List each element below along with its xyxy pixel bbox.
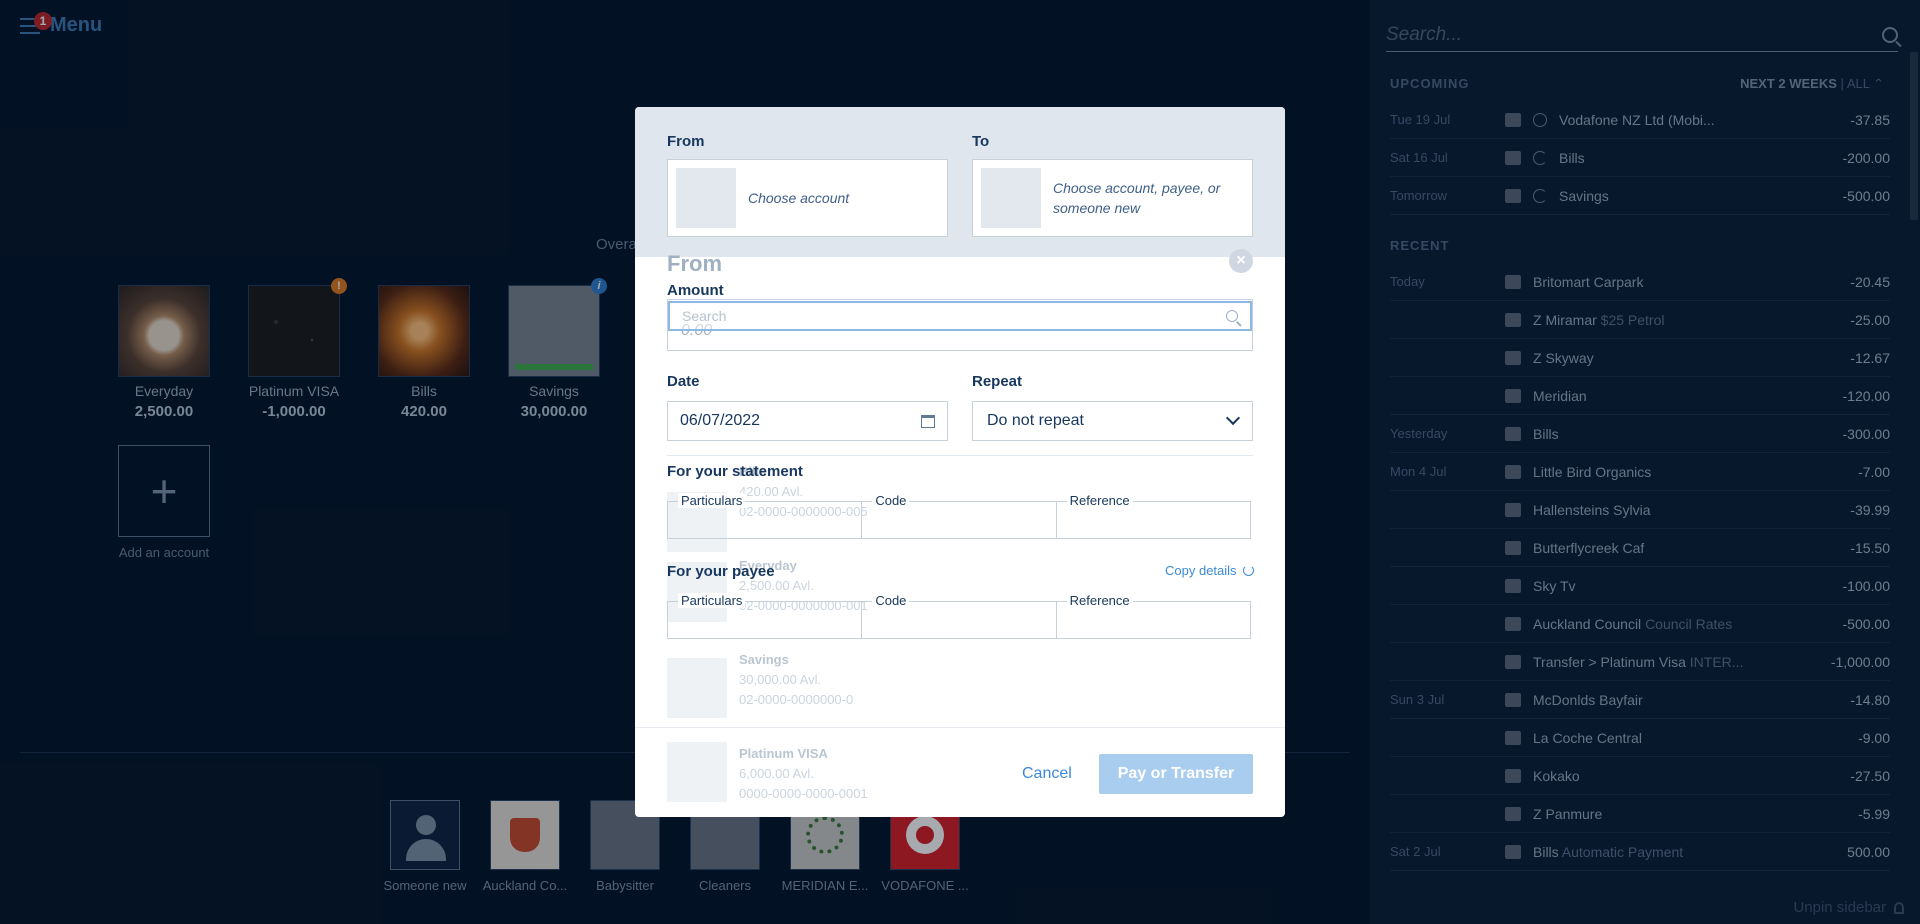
chevron-down-icon — [1225, 410, 1241, 426]
copy-details-label: Copy details — [1165, 563, 1237, 578]
statement-particulars-input[interactable]: Particulars — [668, 493, 863, 538]
statement-label: For your statement — [667, 463, 803, 480]
dropdown-account-avail: 2,500.00 Avl. — [739, 578, 814, 593]
amount-label: Amount — [667, 282, 724, 299]
to-label: To — [972, 133, 990, 150]
copy-details-button[interactable]: Copy details — [1165, 563, 1254, 578]
account-search-input[interactable]: Search — [668, 301, 1252, 331]
payee-code-input[interactable]: Code — [862, 593, 1057, 638]
dropdown-account-name: Platinum VISA — [739, 746, 828, 761]
to-account-picker[interactable]: Choose account, payee, or someone new — [972, 159, 1253, 237]
pay-or-transfer-button[interactable]: Pay or Transfer — [1099, 754, 1253, 794]
from-placeholder: Choose account — [748, 190, 850, 206]
account-image — [667, 742, 727, 802]
dropdown-account-savings[interactable]: Savings 30,000.00 Avl. 02-0000-0000000-0 — [667, 652, 854, 718]
search-icon — [1226, 310, 1238, 322]
dropdown-account-avail: 6,000.00 Avl. — [739, 766, 814, 781]
account-image — [667, 658, 727, 718]
payee-particulars-input[interactable]: Particulars — [668, 593, 863, 638]
payee-reference-input[interactable]: Reference — [1057, 593, 1250, 638]
from-account-picker[interactable]: Choose account — [667, 159, 948, 237]
to-placeholder-line1: Choose account, payee, or — [1053, 180, 1221, 196]
repeat-label: Repeat — [972, 373, 1023, 390]
date-field[interactable]: 06/07/2022 — [667, 401, 948, 441]
calendar-icon[interactable] — [921, 414, 935, 428]
search-placeholder: Search — [682, 308, 727, 324]
reference-label: Reference — [1066, 593, 1133, 608]
dropdown-account-platinum-visa[interactable]: Platinum VISA 6,000.00 Avl. 0000-0000-00… — [667, 742, 868, 804]
to-placeholder: Choose account, payee, or someone new — [1053, 178, 1220, 218]
statement-code-input[interactable]: Code — [862, 493, 1057, 538]
dropdown-account-number: 02-0000-0000000-0 — [739, 692, 854, 707]
dropdown-account-number: 0000-0000-0000-0001 — [739, 786, 868, 801]
statement-fields: Particulars Code Reference — [667, 493, 1251, 539]
repeat-value: Do not repeat — [987, 412, 1084, 429]
reference-label: Reference — [1066, 493, 1133, 508]
code-label: Code — [872, 593, 910, 608]
payee-fields: Particulars Code Reference — [667, 593, 1251, 639]
divider — [667, 455, 1253, 456]
from-dropdown-title: From — [667, 251, 722, 276]
from-label: From — [667, 133, 705, 150]
particulars-label: Particulars — [678, 493, 746, 508]
code-label: Code — [872, 493, 910, 508]
dropdown-account-avail: 420.00 Avl. — [739, 484, 804, 499]
payee-details-label: For your payee — [667, 563, 775, 580]
close-icon[interactable]: × — [1229, 249, 1253, 273]
date-label: Date — [667, 373, 700, 390]
refresh-icon — [1242, 565, 1254, 576]
statement-reference-input[interactable]: Reference — [1057, 493, 1250, 538]
dropdown-account-name: Savings — [739, 652, 789, 667]
to-placeholder-line2: someone new — [1053, 200, 1141, 216]
payee-placeholder-image — [981, 168, 1041, 228]
cancel-button[interactable]: Cancel — [1022, 765, 1072, 783]
repeat-select[interactable]: Do not repeat — [972, 401, 1253, 441]
account-placeholder-image — [676, 168, 736, 228]
pay-transfer-dialog: From To Choose account Choose account, p… — [635, 107, 1285, 817]
footer-divider — [635, 727, 1285, 728]
particulars-label: Particulars — [678, 593, 746, 608]
dropdown-account-avail: 30,000.00 Avl. — [739, 672, 822, 687]
date-value: 06/07/2022 — [680, 412, 761, 429]
